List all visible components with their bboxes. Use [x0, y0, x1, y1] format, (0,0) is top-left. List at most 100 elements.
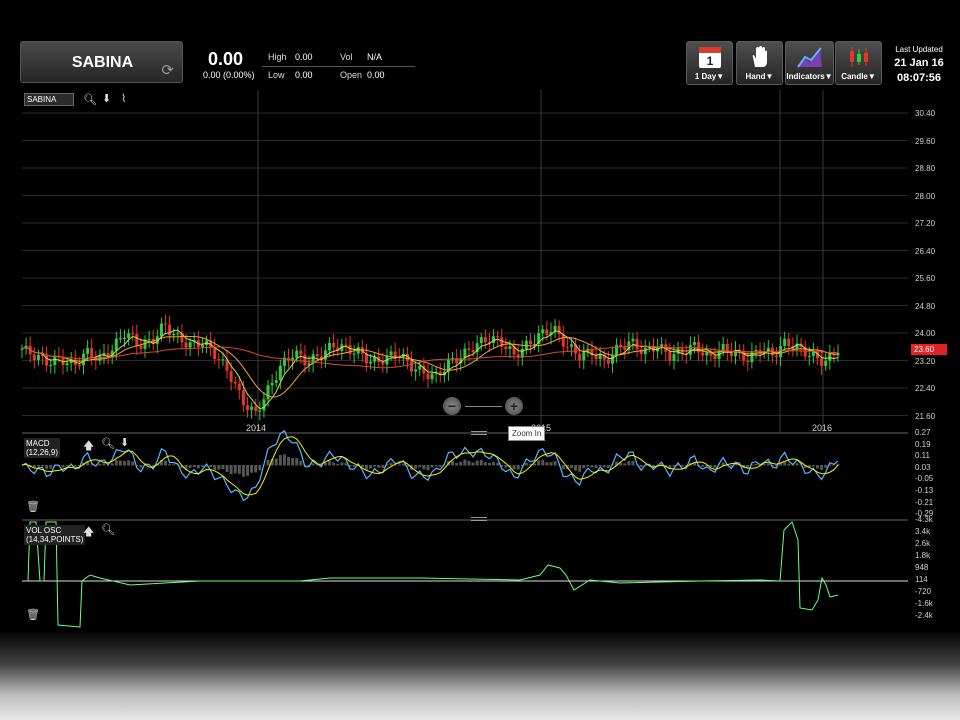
- macd-histogram-bar: [487, 463, 491, 466]
- candle-body: [348, 345, 352, 354]
- delete-macd-icon[interactable]: 🗑︎: [26, 500, 40, 513]
- vol-osc-line: [27, 521, 839, 628]
- candle-body: [233, 381, 237, 384]
- macd-histogram-bar: [114, 460, 118, 466]
- candle-body: [352, 353, 356, 355]
- vol-osc-axis-label: 1.8k: [915, 551, 931, 560]
- macd-histogram-bar: [627, 461, 631, 466]
- candle-body: [332, 342, 336, 348]
- search-icon[interactable]: 🔍︎: [101, 437, 115, 450]
- macd-histogram-bar: [512, 465, 516, 470]
- candle-body: [147, 339, 151, 341]
- vol-osc-label: VOL OSC (14,34,POINTS): [24, 525, 86, 545]
- macd-histogram-bar: [623, 463, 627, 466]
- candle-body: [315, 354, 319, 357]
- candle-body: [49, 365, 53, 367]
- macd-histogram-bar: [233, 465, 237, 474]
- move-up-icon[interactable]: 🡅: [83, 437, 94, 456]
- candle-body: [594, 355, 598, 360]
- move-up-icon[interactable]: 🡅: [83, 523, 94, 542]
- candle-body: [344, 344, 348, 346]
- macd-histogram-bar: [131, 461, 135, 466]
- macd-histogram-bar: [196, 465, 200, 469]
- vol-osc-params: (14,34,POINTS): [26, 535, 84, 544]
- macd-histogram-bar: [471, 462, 475, 466]
- macd-histogram-bar: [192, 465, 196, 468]
- macd-histogram-bar: [209, 465, 213, 468]
- macd-histogram-bar: [545, 462, 549, 466]
- candle-body: [369, 361, 373, 364]
- price-axis-label: 26.40: [915, 246, 936, 256]
- candle-body: [77, 364, 81, 366]
- macd-histogram-bar: [352, 465, 356, 467]
- candle-body: [123, 338, 127, 340]
- macd-axis-label: 0.03: [915, 462, 931, 472]
- price-axis-label: 24.00: [915, 329, 936, 338]
- zoom-slider[interactable]: [465, 406, 502, 407]
- macd-histogram-bar: [455, 462, 459, 466]
- price-axis-label: 22.40: [915, 384, 936, 393]
- macd-histogram-bar: [815, 465, 819, 469]
- panel-splitter[interactable]: [471, 431, 487, 435]
- macd-histogram-bar: [496, 462, 500, 466]
- macd-histogram-bar: [311, 463, 315, 466]
- macd-histogram-bar: [537, 460, 541, 466]
- candle-body: [787, 338, 791, 347]
- candle-body: [807, 355, 811, 357]
- macd-histogram-bar: [397, 464, 401, 466]
- candle-body: [483, 337, 487, 343]
- candle-body: [381, 361, 385, 365]
- candle-body: [705, 352, 709, 356]
- macd-histogram-bar: [766, 463, 770, 466]
- macd-histogram-bar: [139, 465, 143, 468]
- candle-body: [164, 323, 168, 325]
- macd-histogram-bar: [61, 465, 65, 468]
- macd-histogram-bar: [582, 465, 586, 469]
- macd-histogram-bar: [418, 465, 422, 468]
- macd-axis-label: -0.13: [915, 486, 934, 495]
- candle-body: [479, 337, 483, 344]
- macd-histogram-bar: [36, 465, 40, 467]
- last-price-badge: 23.60: [911, 344, 947, 355]
- panel-splitter[interactable]: [471, 517, 487, 521]
- macd-histogram-bar: [41, 465, 45, 467]
- candle-body: [86, 348, 90, 354]
- candle-body: [262, 399, 266, 411]
- candle-body: [414, 369, 418, 372]
- candle-body: [639, 349, 643, 355]
- candle-body: [127, 333, 131, 339]
- macd-axis-label: 0.27: [915, 428, 931, 437]
- search-icon[interactable]: 🔍︎: [101, 523, 115, 536]
- macd-histogram-bar: [328, 460, 332, 466]
- price-axis-label: 29.60: [915, 136, 936, 146]
- macd-histogram-bar: [98, 463, 102, 466]
- macd-histogram-bar: [323, 462, 327, 466]
- macd-histogram-bar: [127, 460, 131, 466]
- price-chart[interactable]: [0, 0, 960, 640]
- macd-histogram-bar: [426, 465, 430, 471]
- vol-osc-axis-label: 2.6k: [915, 539, 931, 548]
- zoom-in-button[interactable]: +: [505, 397, 523, 415]
- candle-body: [254, 406, 258, 411]
- macd-histogram-bar: [459, 461, 463, 466]
- macd-histogram-bar: [541, 459, 545, 466]
- candle-body: [159, 323, 163, 337]
- macd-histogram-bar: [123, 460, 127, 466]
- macd-histogram-bar: [381, 465, 385, 468]
- macd-histogram-bar: [45, 465, 49, 470]
- candle-body: [701, 352, 705, 356]
- candle-body: [774, 355, 778, 358]
- x-label-2016: 2016: [812, 423, 833, 433]
- zoom-out-button[interactable]: −: [443, 397, 461, 415]
- candle-body: [545, 329, 549, 336]
- macd-histogram-bar: [295, 457, 299, 466]
- download-icon[interactable]: ⬇: [120, 436, 129, 449]
- macd-axis-label: 0.19: [915, 439, 931, 449]
- macd-histogram-bar: [574, 465, 578, 471]
- macd-histogram-bar: [102, 463, 106, 466]
- price-axis-label: 24.80: [915, 301, 936, 311]
- macd-histogram-bar: [553, 461, 557, 466]
- candle-body: [131, 333, 135, 335]
- delete-vol-osc-icon[interactable]: 🗑︎: [26, 608, 40, 621]
- macd-histogram-bar: [217, 465, 221, 470]
